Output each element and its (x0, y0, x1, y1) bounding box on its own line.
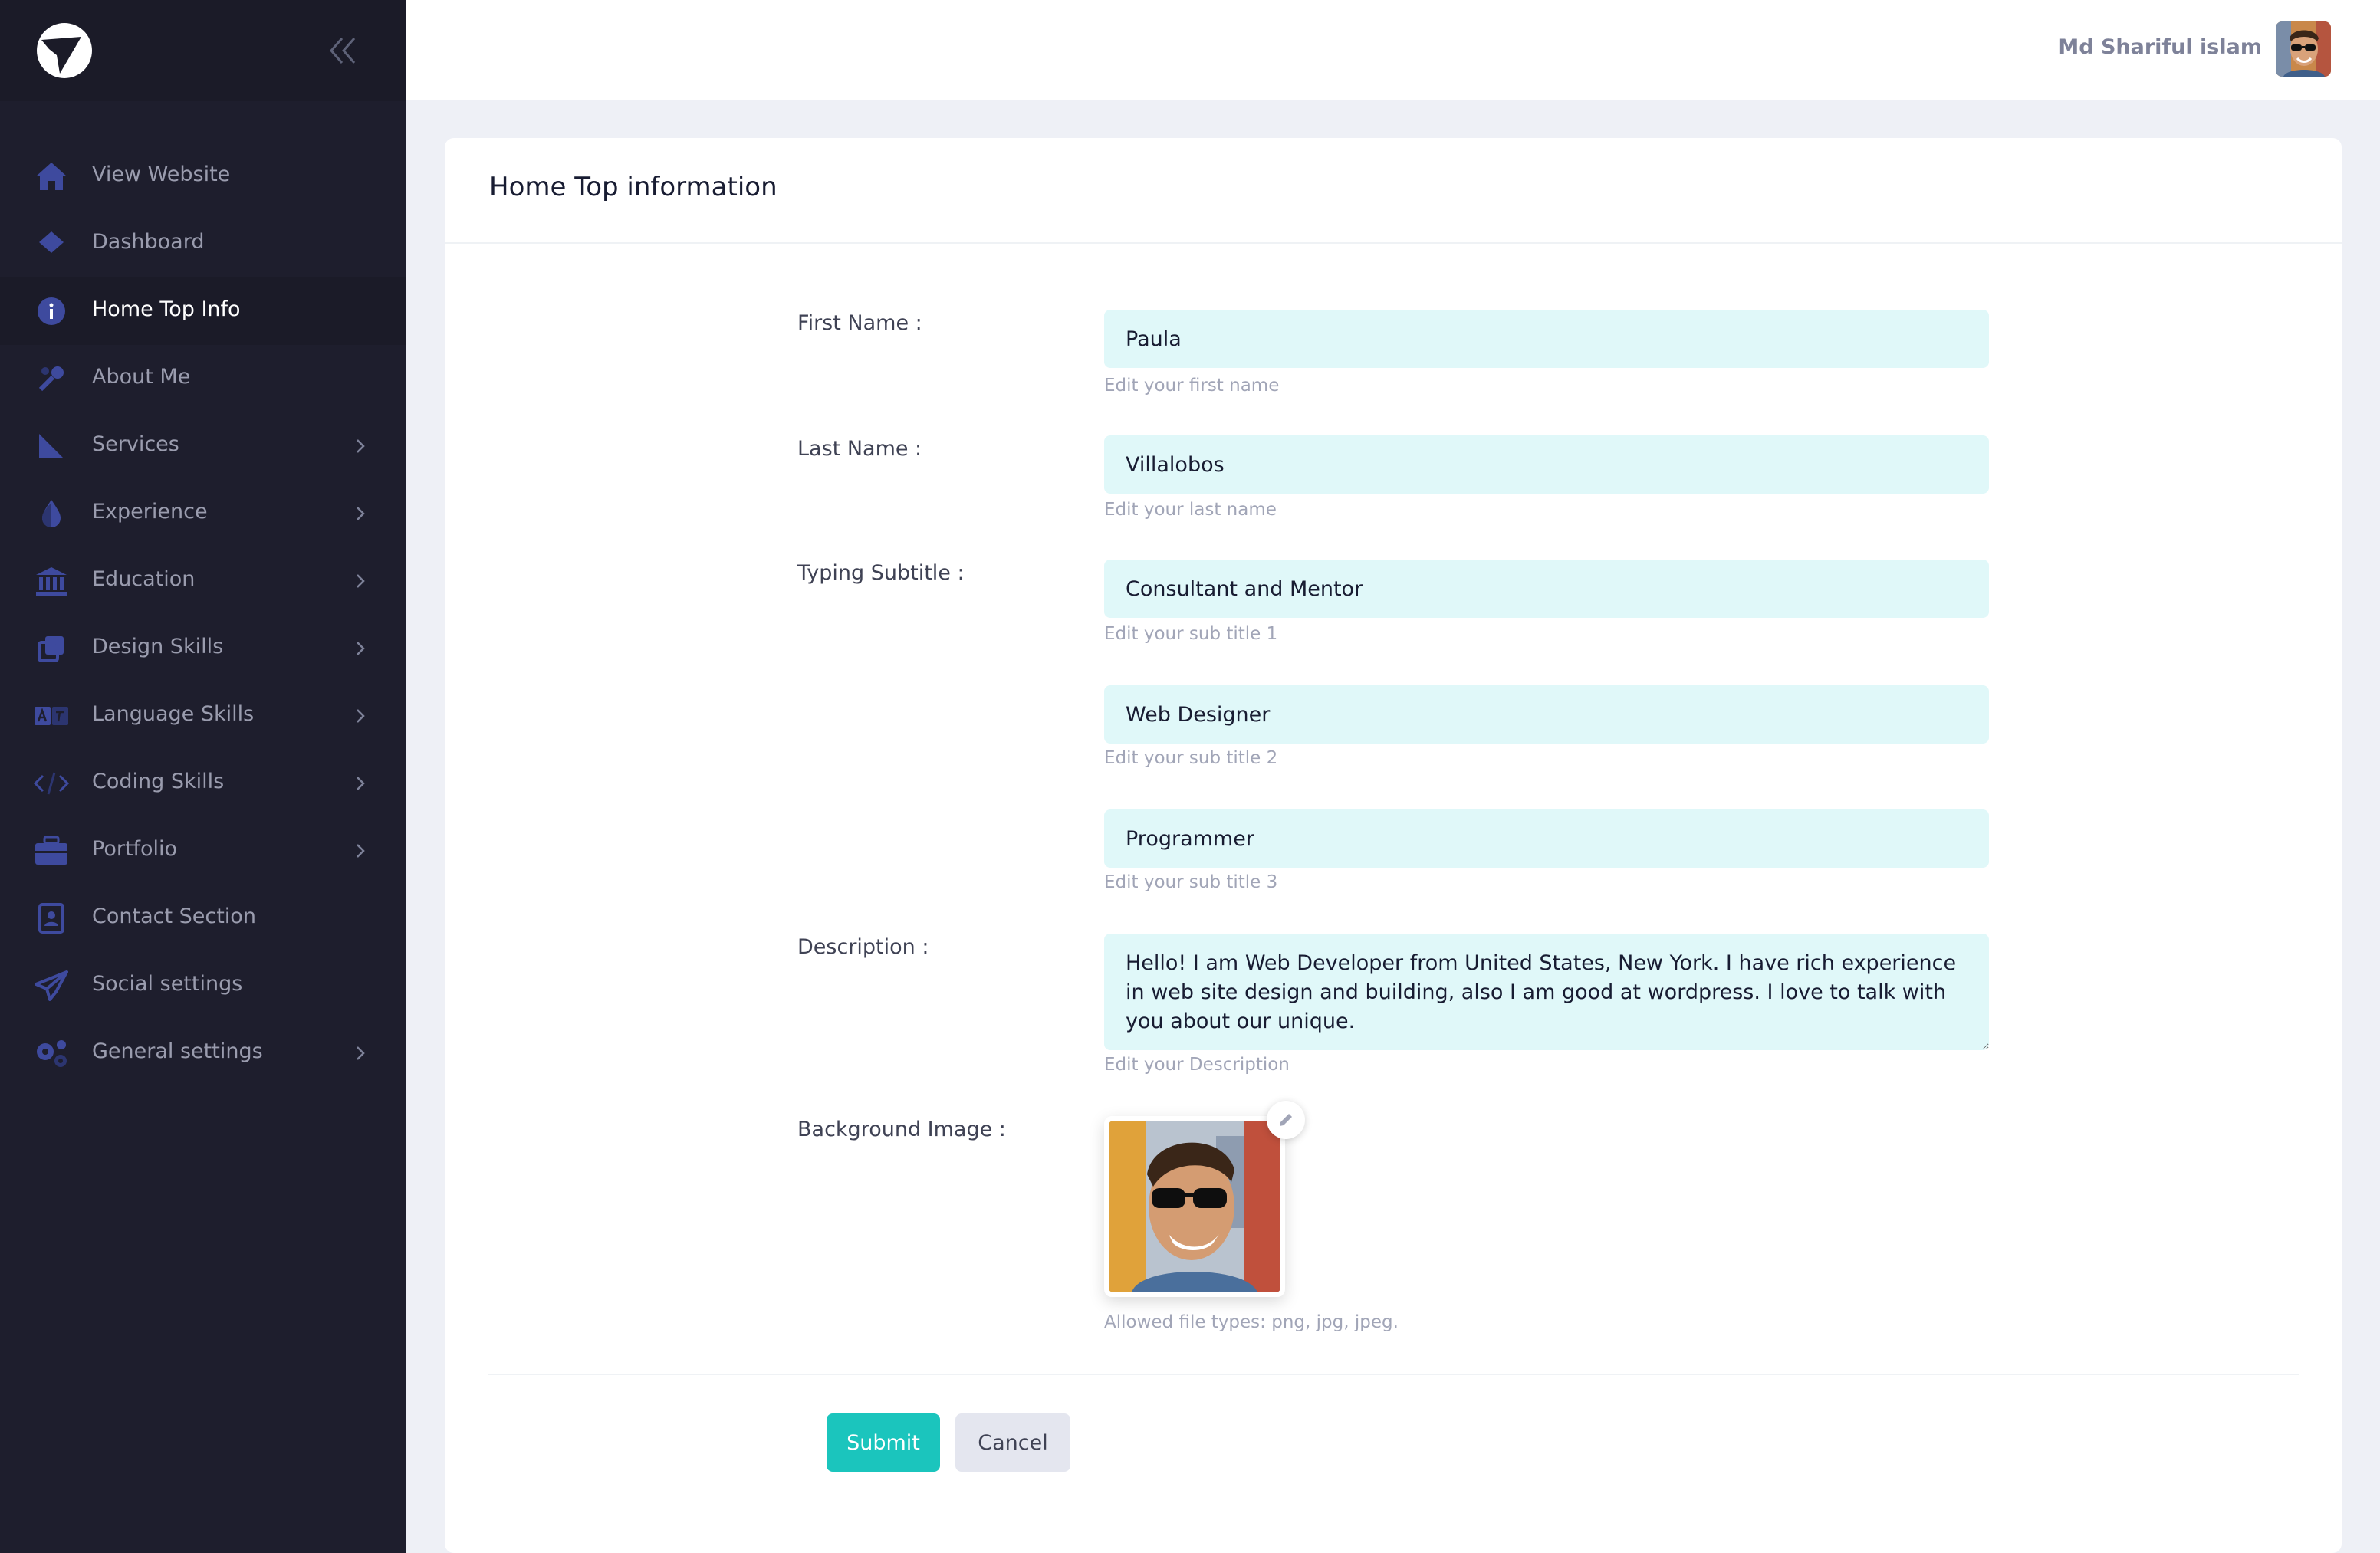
subtitle-3-field[interactable] (1104, 809, 1989, 868)
sidebar-item-label: Coding Skills (92, 770, 225, 793)
sidebar-item-label: Social settings (92, 972, 243, 996)
sidebar-item-experience[interactable]: Experience (0, 480, 406, 547)
sidebar-item-general-settings[interactable]: General settings (0, 1019, 406, 1087)
briefcase-icon (34, 834, 69, 868)
cancel-button[interactable]: Cancel (955, 1413, 1070, 1472)
sidebar-item-language-skills[interactable]: Language Skills (0, 682, 406, 750)
sidebar-item-label: Education (92, 567, 196, 591)
sidebar-menu: View Website Dashboard Home Top Info Abo… (0, 143, 406, 1087)
sidebar-item-contact-section[interactable]: Contact Section (0, 885, 406, 952)
avatar[interactable] (2276, 21, 2331, 77)
sidebar-item-label: Contact Section (92, 905, 256, 928)
edit-image-button[interactable] (1267, 1101, 1305, 1139)
sidebar-item-coding-skills[interactable]: Coding Skills (0, 750, 406, 817)
subtitle-3-hint: Edit your sub title 3 (1104, 872, 1278, 892)
chevron-right-icon (357, 1046, 365, 1060)
background-image-hint: Allowed file types: png, jpg, jpeg. (1104, 1312, 1399, 1332)
copy-icon (34, 632, 69, 665)
sidebar-item-label: Dashboard (92, 230, 205, 254)
typing-subtitle-label: Typing Subtitle : (797, 561, 965, 585)
background-image-label: Background Image : (797, 1118, 1006, 1141)
diamond-icon (34, 227, 69, 261)
sidebar: View Website Dashboard Home Top Info Abo… (0, 0, 406, 1553)
chevron-right-icon (357, 844, 365, 858)
form-divider (488, 1374, 2299, 1375)
home-top-info-card: Home Top information First Name : Edit y… (445, 138, 2342, 1553)
tools-icon (34, 362, 69, 396)
sidebar-item-social-settings[interactable]: Social settings (0, 952, 406, 1019)
last-name-hint: Edit your last name (1104, 500, 1277, 520)
first-name-hint: Edit your first name (1104, 376, 1280, 396)
subtitle-2-field[interactable] (1104, 685, 1989, 744)
first-name-label: First Name : (797, 311, 922, 335)
gears-icon (34, 1036, 69, 1070)
background-image-preview (1104, 1116, 1285, 1297)
topbar: Md Shariful islam (406, 0, 2380, 100)
chevron-right-icon (357, 439, 365, 453)
sidebar-item-label: Portfolio (92, 837, 178, 861)
sidebar-item-label: Services (92, 432, 179, 456)
sidebar-item-portfolio[interactable]: Portfolio (0, 817, 406, 885)
info-icon (34, 294, 69, 328)
sidebar-item-home-top-info[interactable]: Home Top Info (0, 277, 406, 345)
description-label: Description : (797, 935, 929, 959)
pencil-icon (1280, 1114, 1292, 1126)
sidebar-item-about-me[interactable]: About Me (0, 345, 406, 412)
send-icon (34, 969, 69, 1003)
code-icon (34, 767, 69, 800)
subtitle-1-hint: Edit your sub title 1 (1104, 624, 1278, 644)
submit-button[interactable]: Submit (827, 1413, 940, 1472)
home-icon (34, 159, 69, 193)
chevron-right-icon (357, 507, 365, 520)
logo-icon[interactable] (34, 20, 95, 81)
sail-icon (34, 429, 69, 463)
bank-icon (34, 564, 69, 598)
description-field[interactable]: Hello! I am Web Developer from United St… (1104, 934, 1989, 1050)
first-name-field[interactable] (1104, 310, 1989, 368)
chevron-right-icon (357, 642, 365, 655)
contact-book-icon (34, 901, 69, 935)
subtitle-1-field[interactable] (1104, 560, 1989, 618)
sidebar-item-label: Experience (92, 500, 208, 524)
page-title: Home Top information (489, 172, 777, 202)
chevron-right-icon (357, 776, 365, 790)
sidebar-item-label: Home Top Info (92, 297, 241, 321)
sidebar-item-label: Design Skills (92, 635, 224, 658)
sidebar-header (0, 0, 406, 101)
sidebar-item-design-skills[interactable]: Design Skills (0, 615, 406, 682)
sidebar-item-dashboard[interactable]: Dashboard (0, 210, 406, 277)
card-header: Home Top information (445, 138, 2342, 244)
last-name-field[interactable] (1104, 435, 1989, 494)
description-hint: Edit your Description (1104, 1055, 1290, 1075)
background-image (1109, 1121, 1280, 1292)
sidebar-item-label: General settings (92, 1039, 263, 1063)
drop-icon (34, 497, 69, 530)
sidebar-item-label: About Me (92, 365, 191, 389)
sidebar-item-view-website[interactable]: View Website (0, 143, 406, 210)
subtitle-2-hint: Edit your sub title 2 (1104, 748, 1278, 768)
sidebar-item-label: Language Skills (92, 702, 255, 726)
chevron-right-icon (357, 574, 365, 588)
user-name[interactable]: Md Shariful islam (2058, 35, 2262, 59)
sidebar-item-education[interactable]: Education (0, 547, 406, 615)
last-name-label: Last Name : (797, 437, 922, 461)
collapse-sidebar-icon[interactable] (327, 35, 360, 66)
chevron-right-icon (357, 709, 365, 723)
translate-icon (34, 699, 69, 733)
sidebar-item-services[interactable]: Services (0, 412, 406, 480)
sidebar-item-label: View Website (92, 163, 231, 186)
